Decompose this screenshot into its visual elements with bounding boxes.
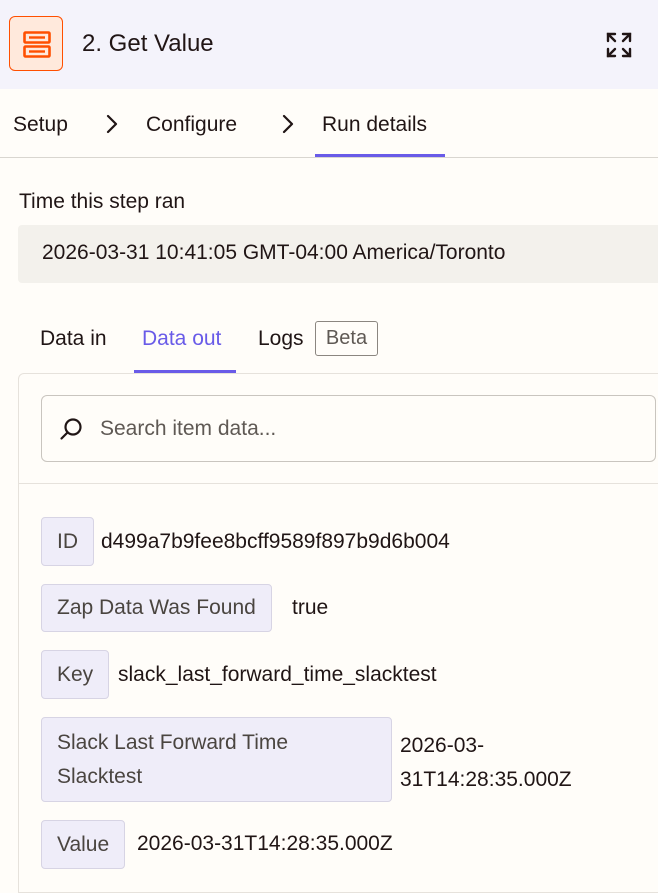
breadcrumb: Setup Configure Run details xyxy=(0,89,658,158)
search-input[interactable] xyxy=(100,414,640,444)
time-value-box: 2026-03-31 10:41:05 GMT-04:00 America/To… xyxy=(18,225,658,283)
time-label: Time this step ran xyxy=(19,190,186,213)
field-value-line: 2026-03- xyxy=(400,734,485,757)
field-value-line: 31T14:28:35.000Z xyxy=(400,768,572,791)
beta-badge: Beta xyxy=(315,321,378,356)
tab-logs[interactable]: Logs xyxy=(258,325,304,353)
chevron-right-icon xyxy=(282,114,294,134)
breadcrumb-run-details[interactable]: Run details xyxy=(322,111,427,139)
breadcrumb-configure[interactable]: Configure xyxy=(146,111,237,139)
field-value-id: d499a7b9fee8bcff9589f897b9d6b004 xyxy=(101,530,450,553)
field-key-line: Slack Last Forward Time xyxy=(57,731,289,754)
time-value: 2026-03-31 10:41:05 GMT-04:00 America/To… xyxy=(42,241,506,264)
field-key-line: Slacktest xyxy=(57,765,143,788)
field-key-key: Key xyxy=(41,650,110,699)
step-header: 2. Get Value xyxy=(0,0,658,89)
panel-divider xyxy=(19,483,658,484)
tab-data-in[interactable]: Data in xyxy=(40,325,107,353)
search-icon xyxy=(60,418,82,440)
tab-data-out[interactable]: Data out xyxy=(142,325,221,353)
search-box[interactable] xyxy=(41,395,656,462)
chevron-right-icon xyxy=(106,114,118,134)
field-value-slack-last-forward-time-slacktest: 2026-03- 31T14:28:35.000Z xyxy=(400,729,572,797)
field-key-value: Value xyxy=(41,820,126,869)
expand-icon[interactable] xyxy=(604,30,634,60)
storage-icon xyxy=(9,16,63,71)
step-title: 2. Get Value xyxy=(82,30,214,57)
active-breadcrumb-indicator xyxy=(315,154,445,157)
breadcrumb-setup[interactable]: Setup xyxy=(13,111,68,139)
field-value-zap-data-was-found: true xyxy=(292,596,329,619)
field-value-key: slack_last_forward_time_slacktest xyxy=(118,663,437,686)
field-key-slack-last-forward-time-slacktest: Slack Last Forward Time Slacktest xyxy=(41,717,392,802)
field-key-id: ID xyxy=(41,517,94,566)
field-value-value: 2026-03-31T14:28:35.000Z xyxy=(137,832,393,855)
field-key-zap-data-was-found: Zap Data Was Found xyxy=(41,584,272,632)
